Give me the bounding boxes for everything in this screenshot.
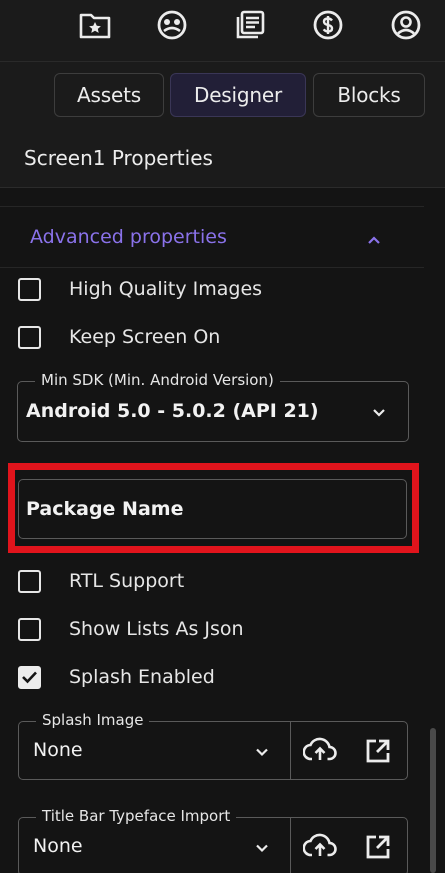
tab-bar: Assets Designer Blocks — [0, 62, 445, 128]
account-icon[interactable] — [389, 8, 423, 42]
show-lists-as-json-checkbox[interactable] — [18, 617, 41, 641]
title-bar-typeface-select: Title Bar Typeface Import None — [18, 807, 408, 873]
rtl-support-row: RTL Support — [18, 566, 184, 596]
splash-enabled-row: Splash Enabled — [18, 662, 215, 692]
open-external-icon[interactable] — [365, 834, 391, 864]
title-bar-typeface-value[interactable]: None — [33, 835, 83, 857]
min-sdk-select[interactable]: Min SDK (Min. Android Version) Android 5… — [17, 371, 409, 442]
scrollbar-thumb[interactable] — [430, 728, 436, 873]
news-icon[interactable] — [233, 8, 267, 42]
chevron-down-icon — [371, 404, 387, 423]
open-external-icon[interactable] — [365, 738, 391, 768]
show-lists-as-json-row: Show Lists As Json — [18, 614, 244, 644]
keep-screen-on-checkbox[interactable] — [18, 325, 41, 349]
title-bar-typeface-legend: Title Bar Typeface Import — [36, 807, 237, 825]
checkmark-icon — [22, 671, 37, 684]
rtl-support-checkbox[interactable] — [18, 569, 41, 593]
splash-image-value[interactable]: None — [33, 739, 83, 761]
show-lists-as-json-label: Show Lists As Json — [69, 618, 244, 640]
advanced-properties-toggle[interactable]: Advanced properties — [0, 206, 424, 268]
keep-screen-on-row: Keep Screen On — [18, 322, 220, 352]
cloud-upload-icon[interactable] — [302, 737, 337, 767]
chevron-up-icon — [366, 229, 382, 251]
high-quality-images-label: High Quality Images — [69, 278, 263, 300]
splash-image-legend: Splash Image — [36, 711, 150, 729]
page-title: Screen1 Properties — [24, 145, 213, 170]
keep-screen-on-label: Keep Screen On — [69, 326, 221, 348]
min-sdk-value: Android 5.0 - 5.0.2 (API 21) — [26, 400, 319, 422]
chevron-down-icon[interactable] — [255, 838, 269, 857]
cloud-upload-icon[interactable] — [302, 833, 337, 863]
package-name-value: Package Name — [26, 498, 184, 520]
package-name-field[interactable]: Package Name — [18, 479, 407, 539]
tab-designer[interactable]: Designer — [170, 73, 306, 117]
top-toolbar — [0, 0, 445, 62]
properties-header: Screen1 Properties — [0, 128, 445, 188]
advanced-properties-label: Advanced properties — [30, 226, 227, 248]
rtl-support-label: RTL Support — [69, 570, 185, 592]
tab-assets[interactable]: Assets — [54, 73, 164, 117]
high-quality-images-checkbox[interactable] — [18, 277, 41, 301]
divider — [290, 818, 291, 873]
high-quality-images-row: High Quality Images — [18, 274, 262, 304]
splash-image-select: Splash Image None — [18, 711, 408, 780]
splash-enabled-checkbox[interactable] — [18, 665, 41, 689]
chevron-down-icon[interactable] — [255, 742, 269, 761]
min-sdk-legend: Min SDK (Min. Android Version) — [35, 371, 280, 389]
dollar-icon[interactable] — [311, 8, 345, 42]
divider — [290, 722, 291, 779]
splash-enabled-label: Splash Enabled — [69, 666, 215, 688]
tab-blocks[interactable]: Blocks — [313, 73, 425, 117]
folder-star-icon[interactable] — [78, 8, 112, 42]
gallery-icon[interactable] — [155, 8, 189, 42]
